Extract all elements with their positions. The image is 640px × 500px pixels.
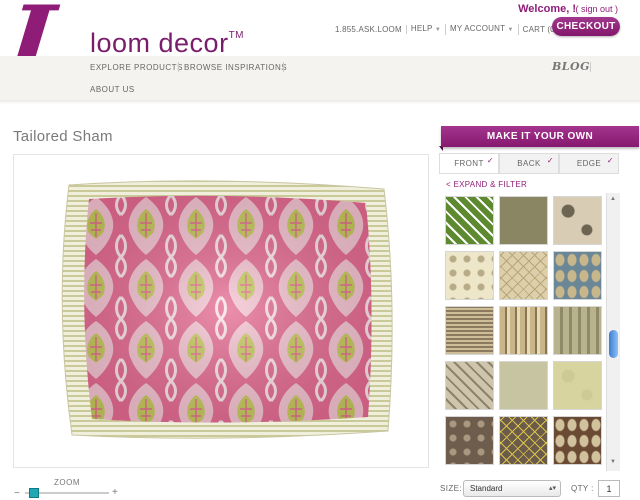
select-arrows-icon: ▴▾ bbox=[548, 485, 556, 492]
scroll-thumb[interactable] bbox=[609, 330, 618, 358]
fabric-swatch-list bbox=[439, 193, 621, 471]
swatch-olive-solid[interactable] bbox=[499, 196, 548, 245]
size-label: SIZE: bbox=[440, 484, 463, 493]
swatch-cream-vine[interactable] bbox=[445, 251, 494, 300]
nav-divider bbox=[178, 62, 179, 72]
scroll-down-icon[interactable]: ▼ bbox=[610, 459, 616, 465]
brand-name-text: loom decor bbox=[90, 28, 229, 58]
nav-about-us[interactable]: ABOUT US bbox=[90, 85, 135, 94]
chevron-down-icon: ▼ bbox=[507, 27, 514, 33]
help-label: HELP bbox=[410, 24, 433, 33]
zoom-label: ZOOM bbox=[54, 478, 80, 487]
customizer-tabs: FRONT ✓ BACK ✓ EDGE ✓ bbox=[439, 153, 619, 174]
swatch-grid bbox=[445, 196, 602, 471]
swatch-tan-trellis[interactable] bbox=[499, 251, 548, 300]
swatch-taupe-floral[interactable] bbox=[553, 196, 602, 245]
nav-divider bbox=[283, 62, 284, 72]
pillow-image bbox=[61, 180, 393, 439]
swatch-beige-paisley[interactable] bbox=[445, 361, 494, 410]
quantity-input[interactable] bbox=[598, 480, 620, 497]
phone-number: 1.855.ASK.LOOM bbox=[331, 25, 407, 34]
tab-label: EDGE bbox=[576, 159, 602, 168]
checkout-button[interactable]: CHECKOUT bbox=[552, 17, 620, 36]
sign-out-link[interactable]: ( sign out ) bbox=[575, 4, 618, 14]
utility-nav: 1.855.ASK.LOOM HELP ▼ MY ACCOUNT ▼ CART … bbox=[331, 24, 562, 35]
check-icon: ✓ bbox=[486, 156, 494, 165]
nav-blog[interactable]: BLOG bbox=[552, 60, 590, 73]
size-value: Standard bbox=[470, 484, 503, 493]
swatch-scrollbar[interactable]: ▲ ▼ bbox=[606, 193, 620, 471]
make-it-your-own-banner: MAKE IT YOUR OWN bbox=[441, 126, 639, 147]
nav-browse-inspirations[interactable]: BROWSE INSPIRATIONS bbox=[184, 63, 287, 72]
nav-divider bbox=[590, 62, 591, 72]
help-menu[interactable]: HELP ▼ bbox=[407, 24, 446, 35]
size-select[interactable]: Standard ▴▾ bbox=[463, 480, 561, 497]
my-account-menu[interactable]: MY ACCOUNT ▼ bbox=[446, 24, 519, 35]
welcome-text: Welcome, ! bbox=[518, 3, 576, 15]
zoom-slider-handle[interactable] bbox=[28, 488, 39, 498]
tab-label: FRONT bbox=[454, 159, 484, 168]
tab-back[interactable]: BACK ✓ bbox=[499, 153, 559, 173]
scroll-up-icon[interactable]: ▲ bbox=[610, 196, 616, 202]
check-icon: ✓ bbox=[606, 156, 614, 165]
swatch-blue-ikat[interactable] bbox=[553, 251, 602, 300]
tab-edge[interactable]: EDGE ✓ bbox=[559, 153, 619, 173]
swatch-sage-solid[interactable] bbox=[499, 361, 548, 410]
tab-front[interactable]: FRONT ✓ bbox=[439, 153, 499, 173]
swatch-brown-check[interactable] bbox=[445, 306, 494, 355]
swatch-brown-tweed[interactable] bbox=[445, 416, 494, 465]
zoom-out-icon[interactable]: − bbox=[14, 488, 20, 499]
expand-filter-link[interactable]: < EXPAND & FILTER bbox=[446, 180, 527, 189]
swatch-lime-solid[interactable] bbox=[553, 361, 602, 410]
qty-label: QTY : bbox=[571, 484, 594, 493]
nav-explore-products[interactable]: EXPLORE PRODUCTS bbox=[90, 63, 183, 72]
brand-name[interactable]: loom decorTM bbox=[90, 28, 244, 59]
swatch-sage-stripe[interactable] bbox=[553, 306, 602, 355]
product-preview[interactable] bbox=[13, 154, 429, 468]
nav-shadow bbox=[0, 100, 640, 104]
swatch-brown-medallion[interactable] bbox=[553, 416, 602, 465]
zoom-in-icon[interactable]: + bbox=[112, 487, 118, 498]
chevron-down-icon: ▼ bbox=[434, 27, 441, 33]
swatch-tan-stripe[interactable] bbox=[499, 306, 548, 355]
swatch-green-lattice[interactable] bbox=[445, 196, 494, 245]
trademark: TM bbox=[228, 30, 245, 41]
swatch-yellow-floral[interactable] bbox=[499, 416, 548, 465]
tab-label: BACK bbox=[517, 159, 541, 168]
my-account-label: MY ACCOUNT bbox=[449, 24, 506, 33]
check-icon: ✓ bbox=[546, 156, 554, 165]
page-title: Tailored Sham bbox=[13, 128, 113, 145]
